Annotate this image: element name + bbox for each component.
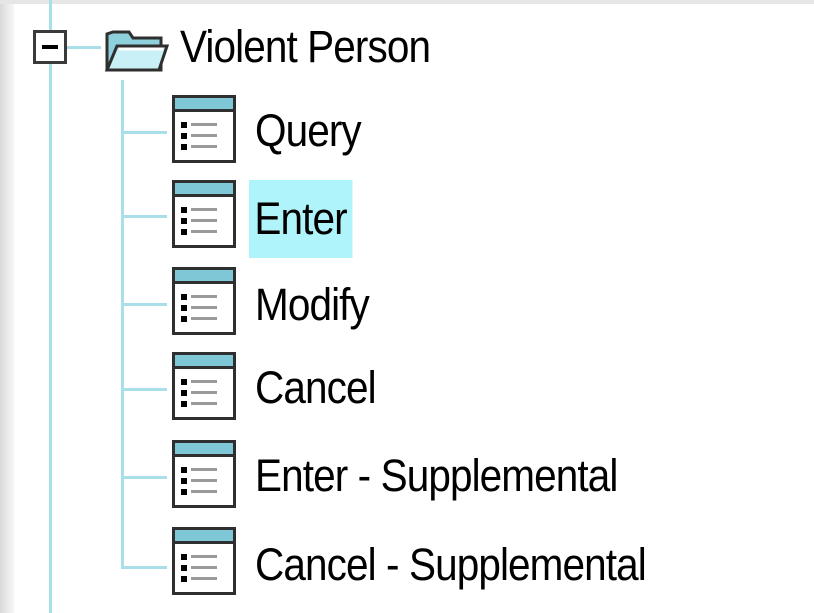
tree-line-connector [67, 46, 101, 49]
form-icon [172, 352, 236, 420]
tree-node-label-cancel[interactable]: Cancel [255, 362, 377, 414]
collapse-toggle-icon[interactable] [33, 30, 67, 64]
form-icon [172, 180, 236, 248]
form-icon [172, 95, 236, 163]
form-icon [172, 440, 236, 508]
panel-top-edge [0, 0, 814, 4]
tree-node-label-enter[interactable]: Enter [249, 180, 353, 258]
tree-node-label-enter-supplemental[interactable]: Enter - Supplemental [255, 450, 618, 502]
tree-line-outer [49, 0, 52, 30]
tree-node-query[interactable]: Query [0, 95, 814, 171]
tree-node-cancel[interactable]: Cancel [0, 352, 814, 428]
tree-node-enter[interactable]: Enter [0, 180, 814, 258]
tree-node-root-label[interactable]: Violent Person [180, 21, 431, 73]
form-icon [172, 527, 236, 595]
tree-node-label-modify[interactable]: Modify [255, 279, 370, 331]
minus-icon [42, 45, 58, 49]
tree-node-label-query[interactable]: Query [255, 105, 362, 157]
tree-node-enter-supplemental[interactable]: Enter - Supplemental [0, 440, 814, 516]
form-icon [172, 267, 236, 335]
open-folder-icon [103, 24, 170, 74]
tree-node-cancel-supplemental[interactable]: Cancel - Supplemental [0, 527, 814, 603]
tree-node-modify[interactable]: Modify [0, 267, 814, 343]
tree-node-label-cancel-supplemental[interactable]: Cancel - Supplemental [255, 539, 647, 591]
